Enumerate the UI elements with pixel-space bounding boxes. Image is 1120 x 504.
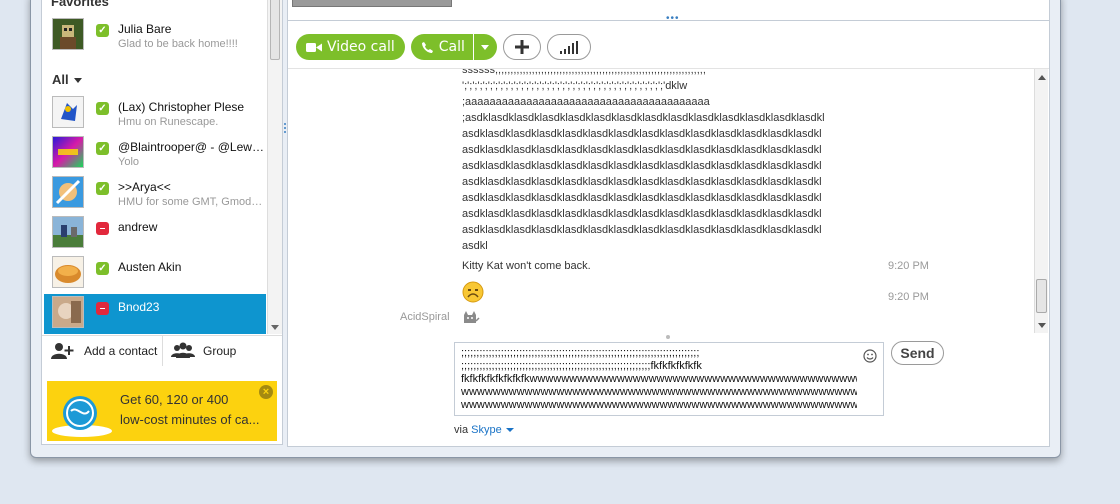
- chevron-down-icon: [481, 44, 490, 50]
- avatar: [52, 18, 84, 50]
- add-contact-icon: [51, 343, 74, 359]
- contact-item-andrew[interactable]: – andrew: [44, 214, 266, 254]
- video-call-button[interactable]: Video call: [296, 34, 405, 60]
- video-call-label: Video call: [327, 39, 395, 55]
- contact-item-julia-bare[interactable]: ✓ Julia Bare Glad to be back home!!!!: [44, 16, 266, 56]
- video-camera-icon: [306, 42, 322, 52]
- call-quality-button[interactable]: [546, 34, 591, 60]
- scroll-up-icon[interactable]: [1038, 75, 1046, 80]
- sad-face-emoticon-icon: [462, 281, 484, 303]
- status-online-icon: ✓: [96, 142, 109, 155]
- call-options-dropdown[interactable]: [472, 34, 497, 60]
- scroll-down-icon[interactable]: [1038, 323, 1046, 328]
- status-online-icon: ✓: [96, 24, 109, 37]
- contact-name: Austen Akin: [118, 260, 182, 274]
- phone-icon: [421, 41, 433, 53]
- close-icon[interactable]: ×: [259, 385, 273, 399]
- call-label: Call: [438, 39, 465, 55]
- contact-mood: Yolo: [118, 156, 140, 168]
- compose-resize-handle[interactable]: [666, 335, 670, 339]
- chat-scrollbar[interactable]: [1034, 69, 1048, 333]
- add-contact-button[interactable]: Add a contact: [42, 336, 162, 366]
- contact-name: >>Arya<<: [118, 180, 171, 194]
- emoticon-picker-icon[interactable]: [863, 349, 877, 366]
- chevron-down-icon: [505, 428, 514, 433]
- cat-emoticon-icon: [462, 309, 482, 329]
- group-icon: [171, 342, 195, 358]
- avatar: [52, 216, 84, 248]
- contact-name: Julia Bare: [118, 22, 172, 36]
- header-image: [292, 0, 452, 7]
- call-toolbar: Video call Call: [296, 34, 591, 60]
- skype-window: Favorites ✓ Julia Bare Glad to be back h…: [30, 0, 1061, 458]
- contact-mood: Glad to be back home!!!!: [118, 38, 238, 50]
- plus-icon: [514, 40, 529, 54]
- status-online-icon: ✓: [96, 262, 109, 275]
- contact-item-christopher-plese[interactable]: ✓ (Lax) Christopher Plese Hmu on Runesca…: [44, 94, 266, 134]
- signal-bars-icon: [559, 40, 578, 54]
- avatar: [52, 176, 84, 208]
- status-busy-icon: –: [96, 302, 109, 315]
- contact-name: (Lax) Christopher Plese: [118, 100, 245, 114]
- contact-name: @Blaintrooper@ - @Lewis B...: [118, 140, 264, 154]
- scrollbar-thumb[interactable]: [270, 0, 280, 60]
- all-contacts-label: All: [52, 72, 69, 87]
- send-button[interactable]: Send: [891, 341, 944, 365]
- call-button[interactable]: Call: [410, 34, 473, 60]
- status-online-icon: ✓: [96, 182, 109, 195]
- contact-name: andrew: [118, 220, 158, 234]
- sidebar-actions: Add a contact Group: [42, 335, 282, 367]
- contact-item-bnod23[interactable]: – Bnod23: [44, 294, 266, 334]
- message-input[interactable]: ;;;;;;;;;;;;;;;;;;;;;;;;;;;;;;;;;;;;;;;;…: [454, 342, 884, 416]
- contact-mood: HMU for some GMT, GmodZ...: [118, 196, 264, 208]
- send-via-selector[interactable]: via Skype: [454, 424, 514, 436]
- avatar: [52, 256, 84, 288]
- contact-item-blaintrooper[interactable]: ✓ @Blaintrooper@ - @Lewis B... Yolo: [44, 134, 266, 174]
- chevron-down-icon: [73, 78, 82, 84]
- contact-mood: Hmu on Runescape.: [118, 116, 219, 128]
- all-contacts-dropdown[interactable]: All: [52, 72, 82, 87]
- contact-item-arya[interactable]: ✓ >>Arya<< HMU for some GMT, GmodZ...: [44, 174, 266, 214]
- promo-banner[interactable]: Get 60, 120 or 400 low-cost minutes of c…: [47, 381, 277, 441]
- message-timestamp: 9:20 PM: [888, 260, 929, 272]
- profile-header-strip: •••: [288, 0, 1049, 24]
- conversation-panel: ••• Video call Call ssssss;;;;;;;;;;;;;;…: [287, 0, 1050, 447]
- chat-message: Kitty Kat won't come back.: [462, 260, 591, 272]
- scrollbar-thumb[interactable]: [1036, 279, 1047, 313]
- sidebar-scrollbar[interactable]: [267, 0, 282, 334]
- resize-grip-icon[interactable]: •••: [666, 14, 680, 24]
- status-online-icon: ✓: [96, 102, 109, 115]
- sender-name: AcidSpiral: [400, 311, 450, 323]
- call-button-group: Call: [410, 34, 497, 60]
- chat-history[interactable]: ssssss;;;;;;;;;;;;;;;;;;;;;;;;;;;;;;;;;;…: [288, 68, 1049, 334]
- avatar: [52, 296, 84, 328]
- promo-line-1: Get 60, 120 or 400: [120, 392, 229, 407]
- avatar: [52, 136, 84, 168]
- message-input-text[interactable]: ;;;;;;;;;;;;;;;;;;;;;;;;;;;;;;;;;;;;;;;;…: [461, 347, 857, 412]
- contact-name: Bnod23: [118, 300, 160, 314]
- via-service-link[interactable]: Skype: [471, 424, 502, 436]
- contact-sidebar: Favorites ✓ Julia Bare Glad to be back h…: [41, 0, 283, 445]
- chat-message: ssssss;;;;;;;;;;;;;;;;;;;;;;;;;;;;;;;;;;…: [462, 68, 825, 252]
- add-contact-label: Add a contact: [84, 344, 158, 358]
- via-prefix: via: [454, 424, 469, 436]
- message-timestamp: 9:20 PM: [888, 291, 929, 303]
- promo-line-2: low-cost minutes of ca...: [120, 412, 260, 427]
- add-button[interactable]: [502, 34, 541, 60]
- contact-item-austen-akin[interactable]: ✓ Austen Akin: [44, 254, 266, 294]
- favorites-heading: Favorites: [51, 0, 109, 9]
- scroll-down-icon[interactable]: [271, 325, 279, 330]
- group-button[interactable]: Group: [162, 336, 282, 366]
- group-label: Group: [203, 344, 237, 358]
- promo-text: Get 60, 120 or 400 low-cost minutes of c…: [120, 390, 266, 430]
- status-busy-icon: –: [96, 222, 109, 235]
- avatar: [52, 96, 84, 128]
- globe-icon: [51, 391, 113, 437]
